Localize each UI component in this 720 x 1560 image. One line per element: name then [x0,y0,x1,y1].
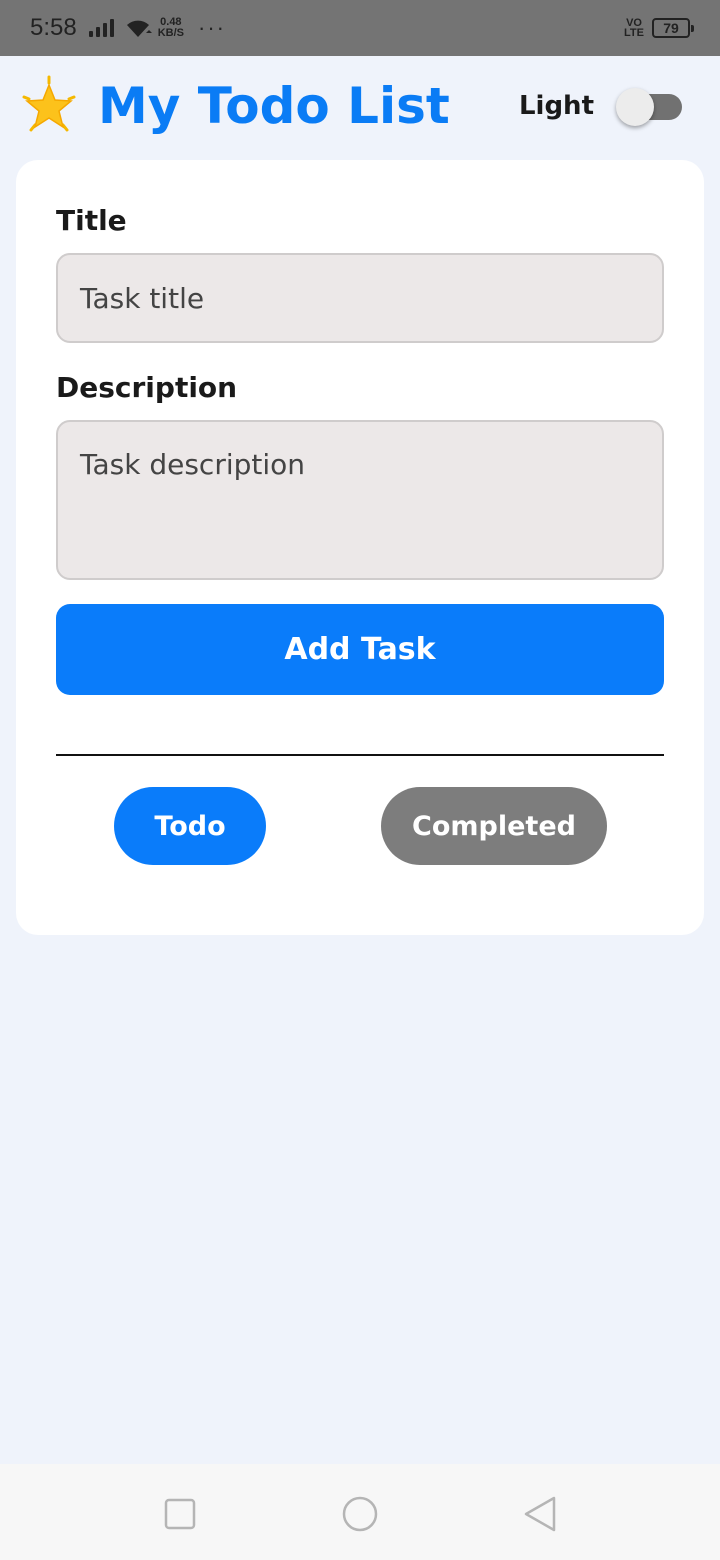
app-header: My Todo List Light [0,56,720,156]
description-input[interactable]: Task description [56,420,664,580]
divider [56,754,664,756]
wifi-icon [126,20,152,37]
battery-level: 79 [663,20,679,36]
completed-filter-button[interactable]: Completed [381,787,607,865]
theme-toggle[interactable] [616,88,682,126]
volte-bottom: LTE [624,27,644,39]
status-bar: 5:58 0.48 KB/S ··· VO LTE 79 [0,0,720,56]
circle-icon[interactable] [340,1494,380,1534]
network-speed: 0.48 KB/S [158,17,184,39]
toggle-thumb [616,88,654,126]
star-icon [22,75,76,132]
square-icon[interactable] [160,1494,200,1534]
task-form-card: Title Task title Description Task descri… [16,160,704,935]
status-time: 5:58 [30,14,77,41]
description-placeholder: Task description [80,448,306,481]
volte-icon: VO LTE [624,18,644,39]
signal-icon [88,19,114,37]
todo-filter-button[interactable]: Todo [114,787,266,865]
battery-icon: 79 [652,18,694,38]
title-placeholder: Task title [80,281,205,315]
theme-label: Light [518,91,594,121]
add-task-label: Add Task [284,632,436,667]
more-notifications-icon: ··· [198,15,226,40]
add-task-button[interactable]: Add Task [56,604,664,695]
navigation-bar [0,1464,720,1560]
todo-filter-label: Todo [154,810,226,842]
theme-switch-area: Light [518,88,682,126]
title-label: Title [56,204,127,237]
app-title: My Todo List [98,77,450,135]
description-label: Description [56,371,238,404]
title-input[interactable]: Task title [56,253,664,343]
network-speed-unit: KB/S [157,27,184,39]
completed-filter-label: Completed [412,810,576,842]
triangle-back-icon[interactable] [520,1494,560,1534]
